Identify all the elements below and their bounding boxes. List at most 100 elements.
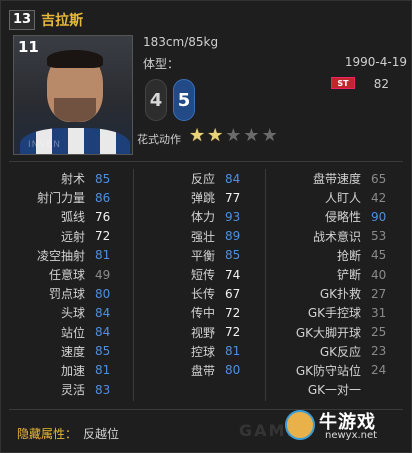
stat-row: 人盯人 42 <box>271 188 405 207</box>
stat-value: 74 <box>225 267 241 282</box>
player-name: 吉拉斯 <box>41 13 84 29</box>
column-separator <box>265 169 266 401</box>
stat-row: 弧线 76 <box>9 207 129 226</box>
stat-label: 灵活 <box>60 383 85 398</box>
stat-value: 24 <box>371 363 387 378</box>
stat-value: 45 <box>371 248 387 263</box>
stat-row: 平衡 85 <box>139 246 259 265</box>
stat-row: 站位 84 <box>9 323 129 342</box>
column-separator <box>133 169 134 401</box>
stat-label: 站位 <box>60 325 85 340</box>
stat-row: 速度 85 <box>9 342 129 361</box>
stat-value: 23 <box>371 344 387 359</box>
hidden-attribute-label: 隐藏属性： <box>17 427 78 441</box>
portrait-shirt-number: 11 <box>18 38 39 56</box>
stat-label: 盘带速度 <box>312 172 361 187</box>
stat-label: 体力 <box>190 210 215 225</box>
stat-label: 人盯人 <box>324 191 361 206</box>
stat-value: 85 <box>225 248 241 263</box>
stat-row: 射门力量 86 <box>9 188 129 207</box>
stat-label: 盘带 <box>190 363 215 378</box>
portrait-watermark: INVEN <box>28 140 61 150</box>
stat-label: 速度 <box>60 344 85 359</box>
stat-label: GK扑救 <box>319 287 361 302</box>
stat-label: 视野 <box>190 325 215 340</box>
star-empty-icon: ★ <box>243 125 260 146</box>
stat-value: 80 <box>95 286 111 301</box>
stat-label: 抢断 <box>336 248 361 263</box>
stat-row: 远射 72 <box>9 227 129 246</box>
star-filled-icon: ★ <box>189 125 206 146</box>
stat-row: 铲断 40 <box>271 265 405 284</box>
stat-value: 77 <box>225 190 241 205</box>
stat-row: 传中 72 <box>139 303 259 322</box>
stat-value: 84 <box>95 305 111 320</box>
star-filled-icon: ★ <box>207 125 224 146</box>
stat-value: 80 <box>225 363 241 378</box>
stat-label: GK防守站位 <box>295 363 361 378</box>
stat-label: 短传 <box>190 268 215 283</box>
stat-row: GK大脚开球 25 <box>271 323 405 342</box>
stat-row: 加速 81 <box>9 361 129 380</box>
stat-value: 84 <box>225 171 241 186</box>
stat-value: 53 <box>371 229 387 244</box>
stat-label: 射术 <box>60 172 85 187</box>
stat-label: 控球 <box>190 344 215 359</box>
stat-label: 平衡 <box>190 248 215 263</box>
stat-row: GK反应 23 <box>271 342 405 361</box>
stat-label: 头球 <box>60 306 85 321</box>
star-empty-icon: ★ <box>261 125 278 146</box>
hidden-attribute-value: 反越位 <box>83 427 120 441</box>
stat-row: 强壮 89 <box>139 227 259 246</box>
stat-row: 弹跳 77 <box>139 188 259 207</box>
divider-top <box>9 161 403 162</box>
skill-stars: ★ ★ ★ ★ ★ <box>189 126 278 146</box>
height-weight: 183cm/85kg <box>143 35 219 49</box>
stat-label: 侵略性 <box>324 210 361 225</box>
skill-moves-label: 花式动作 <box>137 133 181 146</box>
stat-label: 远射 <box>60 229 85 244</box>
stat-row: 灵活 83 <box>9 380 129 399</box>
card-header: 13 吉拉斯 <box>9 9 83 31</box>
stat-row: 头球 84 <box>9 303 129 322</box>
stat-label: 长传 <box>190 287 215 302</box>
stats-column-physical: 反应 84 弹跳 77 体力 93 强壮 89 平衡 85 短传 74 长传 67 传中 72 视野 72 控球 81… <box>139 169 259 380</box>
hidden-attribute: 隐藏属性： 反越位 <box>17 425 119 442</box>
stat-label: 罚点球 <box>48 287 85 302</box>
stat-label: 射门力量 <box>36 191 85 206</box>
stat-row: 视野 72 <box>139 323 259 342</box>
stat-value: 76 <box>95 209 111 224</box>
stat-row: GK手控球 31 <box>271 303 405 322</box>
stat-value: 86 <box>95 190 111 205</box>
stat-row: 长传 67 <box>139 284 259 303</box>
stat-value: 27 <box>371 286 387 301</box>
strong-foot-icon: 5 <box>173 79 195 121</box>
stat-label: 加速 <box>60 363 85 378</box>
stat-label: 反应 <box>190 172 215 187</box>
stat-value: 72 <box>225 305 241 320</box>
stat-value: 83 <box>95 382 111 397</box>
weak-foot-icon: 4 <box>145 79 167 121</box>
stat-value: 81 <box>225 344 241 359</box>
stat-row: 反应 84 <box>139 169 259 188</box>
stat-label: 弹跳 <box>190 191 215 206</box>
stat-row: 罚点球 80 <box>9 284 129 303</box>
body-type-label: 体型： <box>143 57 180 71</box>
stat-value: 81 <box>95 248 111 263</box>
overall-rating: 82 <box>373 77 389 91</box>
stat-label: GK反应 <box>319 344 361 359</box>
star-empty-icon: ★ <box>225 125 242 146</box>
player-card: 13 吉拉斯 11 INVEN 183cm/85kg 体型： 1990-4-19… <box>0 0 412 453</box>
stat-label: 传中 <box>190 306 215 321</box>
stat-value: 90 <box>371 209 387 224</box>
stat-value: 81 <box>95 363 111 378</box>
stat-value: 84 <box>95 325 111 340</box>
stat-value: 31 <box>371 305 387 320</box>
stat-row: GK扑救 27 <box>271 284 405 303</box>
logo-mark-icon <box>285 410 315 440</box>
stat-value: 72 <box>95 229 111 244</box>
stat-label: GK手控球 <box>307 306 361 321</box>
stat-row: 盘带速度 65 <box>271 169 405 188</box>
stat-label: 任意球 <box>48 268 85 283</box>
stat-row: 任意球 49 <box>9 265 129 284</box>
